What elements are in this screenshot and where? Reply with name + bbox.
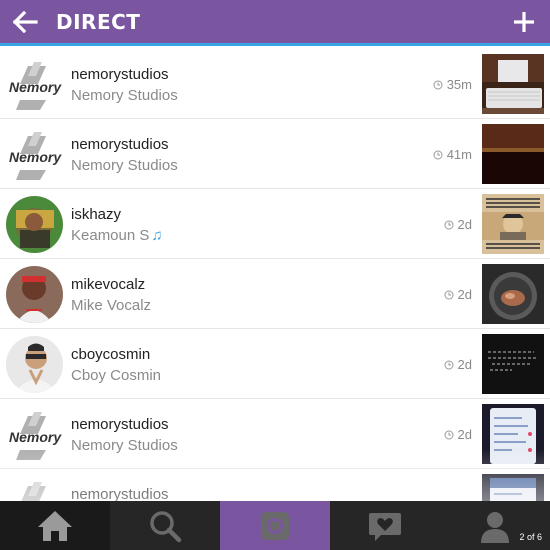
clock-icon	[444, 220, 454, 229]
page-indicator: 2 of 6	[519, 532, 542, 542]
timestamp: 41m	[433, 147, 472, 162]
clock-icon	[444, 290, 454, 299]
desk-computer-photo	[482, 54, 544, 114]
top-bar: DIRECT	[0, 0, 550, 46]
logo-text: Nemory	[9, 429, 62, 445]
tab-home[interactable]	[0, 501, 110, 550]
message-thumbnail[interactable]	[482, 474, 544, 501]
search-icon	[150, 510, 182, 542]
message-thumbnail[interactable]	[482, 404, 544, 464]
arrow-left-icon	[12, 10, 38, 33]
message-thumbnail[interactable]	[482, 54, 544, 114]
full-name: Keamoun S ♫	[71, 227, 163, 244]
thread-row[interactable]: mikevocalz Mike Vocalz 2d	[0, 259, 550, 329]
full-name: Nemory Studios	[71, 437, 178, 454]
thread-row[interactable]: Nemory nemorystudios Nemory Studios 2d	[0, 399, 550, 469]
timestamp: 2d	[444, 217, 472, 232]
clock-icon	[433, 80, 443, 89]
thread-row[interactable]: Nemory nemorystudios	[0, 469, 550, 501]
avatar: Nemory	[6, 126, 63, 183]
avatar: Nemory	[6, 406, 63, 463]
plus-icon	[514, 12, 534, 32]
full-name: Mike Vocalz	[71, 297, 152, 314]
new-message-button[interactable]	[508, 6, 540, 38]
timestamp-text: 2d	[457, 217, 472, 232]
food-pan-photo	[482, 264, 544, 324]
username: nemorystudios	[71, 66, 169, 83]
full-name-text: Keamoun S	[71, 227, 150, 244]
back-button[interactable]	[0, 0, 50, 43]
logo-text: Nemory	[9, 149, 62, 165]
music-note-icon: ♫	[151, 227, 163, 244]
tab-camera[interactable]	[220, 501, 330, 550]
username: nemorystudios	[71, 136, 169, 153]
nemory-logo: Nemory	[9, 412, 62, 460]
avatar	[6, 266, 63, 323]
logo-text: Nemory	[9, 79, 62, 95]
phone-screen-photo	[482, 474, 544, 501]
username: nemorystudios	[71, 486, 169, 501]
dark-photo	[482, 124, 544, 184]
clock-icon	[444, 360, 454, 369]
activity-heart-icon	[369, 512, 401, 541]
camera-icon	[261, 511, 289, 540]
timestamp-text: 41m	[446, 147, 472, 162]
timestamp: 2d	[444, 427, 472, 442]
timestamp-text: 2d	[457, 427, 472, 442]
username: nemorystudios	[71, 416, 169, 433]
home-icon	[38, 510, 72, 541]
full-name: Cboy Cosmin	[71, 367, 162, 384]
profile-icon	[481, 511, 509, 543]
username: iskhazy	[71, 206, 122, 223]
message-thumbnail[interactable]	[482, 194, 544, 254]
bottom-nav: 2 of 6	[0, 501, 550, 550]
username: mikevocalz	[71, 276, 146, 293]
timestamp: 2d	[444, 287, 472, 302]
tab-profile[interactable]: 2 of 6	[440, 501, 550, 550]
thread-row[interactable]: iskhazy Keamoun S ♫ 2d	[0, 189, 550, 259]
timestamp-text: 2d	[457, 357, 472, 372]
phone-screen-photo	[482, 404, 544, 464]
tab-search[interactable]	[110, 501, 220, 550]
clock-icon	[433, 150, 443, 159]
nemory-logo: Nemory	[9, 132, 62, 180]
profile-photo	[6, 336, 63, 393]
thread-row[interactable]: Nemory nemorystudios Nemory Studios 41m	[0, 119, 550, 189]
message-thumbnail[interactable]	[482, 334, 544, 394]
full-name: Nemory Studios	[71, 87, 178, 104]
nemory-logo: Nemory	[9, 62, 62, 110]
tab-activity[interactable]	[330, 501, 440, 550]
chalkboard-photo	[482, 334, 544, 394]
page-title: DIRECT	[56, 9, 141, 34]
timestamp: 2d	[444, 357, 472, 372]
meme-photo	[482, 194, 544, 254]
avatar	[6, 196, 63, 253]
full-name: Nemory Studios	[71, 157, 178, 174]
thread-row[interactable]: cboycosmin Cboy Cosmin 2d	[0, 329, 550, 399]
username: cboycosmin	[71, 346, 151, 363]
timestamp-text: 2d	[457, 287, 472, 302]
nemory-logo: Nemory	[9, 482, 62, 501]
message-thumbnail[interactable]	[482, 264, 544, 324]
clock-icon	[444, 430, 454, 439]
profile-photo	[6, 196, 63, 253]
timestamp-text: 35m	[446, 77, 472, 92]
timestamp: 35m	[433, 77, 472, 92]
message-thumbnail[interactable]	[482, 124, 544, 184]
profile-photo	[6, 266, 63, 323]
thread-row[interactable]: Nemory nemorystudios Nemory Studios 35m	[0, 49, 550, 119]
thread-list[interactable]: Nemory nemorystudios Nemory Studios 35m	[0, 49, 550, 501]
avatar: Nemory	[6, 56, 63, 113]
avatar: Nemory	[6, 476, 63, 501]
avatar	[6, 336, 63, 393]
